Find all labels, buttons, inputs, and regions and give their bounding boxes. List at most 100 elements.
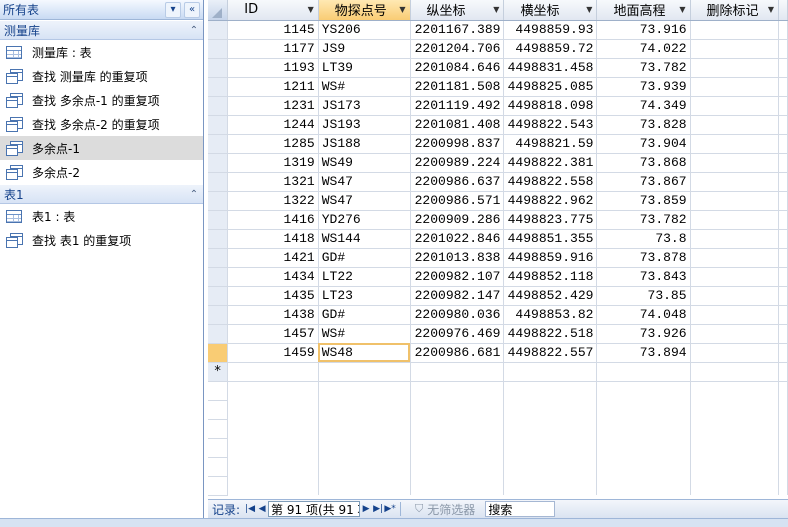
table-cell[interactable]: 73.859 bbox=[596, 191, 691, 211]
table-cell[interactable]: 1319 bbox=[227, 153, 319, 173]
table-cell[interactable]: 4498822.518 bbox=[503, 324, 598, 344]
table-cell[interactable] bbox=[690, 134, 780, 154]
table-row[interactable]: 1193 LT39 2201084.646 4498831.458 73.782 bbox=[208, 58, 788, 78]
table-cell[interactable]: 2200998.837 bbox=[410, 134, 505, 154]
nav-item[interactable]: 多余点-2 bbox=[0, 160, 203, 184]
table-cell[interactable] bbox=[690, 58, 780, 78]
table-cell[interactable]: 4498822.557 bbox=[503, 343, 598, 363]
table-cell[interactable]: 73.904 bbox=[596, 134, 691, 154]
table-cell[interactable]: 73.926 bbox=[596, 324, 691, 344]
table-cell[interactable]: 73.878 bbox=[596, 248, 691, 268]
record-selector[interactable] bbox=[208, 96, 229, 116]
table-cell[interactable]: 4498822.543 bbox=[503, 115, 598, 135]
table-cell[interactable]: 4498851.355 bbox=[503, 229, 598, 249]
column-header[interactable]: 物探点号 ▼ bbox=[318, 0, 411, 21]
table-cell[interactable]: 4498859.72 bbox=[503, 39, 598, 59]
table-cell[interactable]: 1244 bbox=[227, 115, 319, 135]
table-cell[interactable]: 1438 bbox=[227, 305, 319, 325]
table-cell[interactable] bbox=[690, 191, 780, 211]
table-cell[interactable]: 1322 bbox=[227, 191, 319, 211]
nav-menu-dropdown-icon[interactable]: ▾ bbox=[165, 1, 181, 18]
new-record-icon[interactable]: ▶* bbox=[384, 504, 396, 514]
nav-item[interactable]: 测量库 : 表 bbox=[0, 40, 203, 64]
table-cell[interactable]: 2200980.036 bbox=[410, 305, 505, 325]
table-cell[interactable]: 1418 bbox=[227, 229, 319, 249]
table-cell[interactable]: 2200986.571 bbox=[410, 191, 505, 211]
new-record-cell[interactable] bbox=[410, 362, 505, 382]
table-cell[interactable]: 1231 bbox=[227, 96, 319, 116]
table-cell[interactable] bbox=[690, 96, 780, 116]
filter-indicator[interactable]: ⛉ 无筛选器 bbox=[415, 501, 475, 518]
table-cell[interactable]: 1416 bbox=[227, 210, 319, 230]
table-cell[interactable]: WS# bbox=[318, 324, 411, 344]
column-header[interactable]: 地面高程 ▼ bbox=[596, 0, 691, 21]
table-row[interactable]: 1421 GD# 2201013.838 4498859.916 73.878 bbox=[208, 248, 788, 268]
record-selector[interactable] bbox=[208, 210, 229, 230]
record-selector[interactable] bbox=[208, 153, 229, 173]
table-cell[interactable]: WS48 bbox=[318, 343, 411, 363]
table-row[interactable]: 1319 WS49 2200989.224 4498822.381 73.868 bbox=[208, 153, 788, 173]
table-cell[interactable]: 4498859.916 bbox=[503, 248, 598, 268]
table-cell[interactable]: 73.843 bbox=[596, 267, 691, 287]
table-cell[interactable]: 74.349 bbox=[596, 96, 691, 116]
record-selector[interactable] bbox=[208, 39, 229, 59]
table-cell[interactable]: 4498822.558 bbox=[503, 172, 598, 192]
column-header[interactable]: 删除标记 ▼ bbox=[690, 0, 780, 21]
prev-record-icon[interactable]: ◀ bbox=[256, 504, 268, 514]
record-selector[interactable] bbox=[208, 267, 229, 287]
table-cell[interactable]: YD276 bbox=[318, 210, 411, 230]
shutter-bar-close-icon[interactable]: « bbox=[184, 1, 200, 18]
table-cell[interactable] bbox=[690, 286, 780, 306]
table-cell[interactable] bbox=[690, 20, 780, 40]
nav-item[interactable]: 查找 多余点-1 的重复项 bbox=[0, 88, 203, 112]
table-cell[interactable] bbox=[690, 324, 780, 344]
record-selector[interactable] bbox=[208, 115, 229, 135]
table-cell[interactable]: WS144 bbox=[318, 229, 411, 249]
table-cell[interactable]: LT39 bbox=[318, 58, 411, 78]
record-selector[interactable] bbox=[208, 58, 229, 78]
new-record-cell[interactable] bbox=[690, 362, 780, 382]
table-cell[interactable]: 2200989.224 bbox=[410, 153, 505, 173]
table-row[interactable]: 1457 WS# 2200976.469 4498822.518 73.926 bbox=[208, 324, 788, 344]
new-record-cell[interactable] bbox=[503, 362, 598, 382]
select-all-corner[interactable] bbox=[208, 0, 229, 21]
table-cell[interactable]: 74.048 bbox=[596, 305, 691, 325]
table-cell[interactable]: 1421 bbox=[227, 248, 319, 268]
table-cell[interactable]: 73.782 bbox=[596, 210, 691, 230]
record-selector[interactable] bbox=[208, 324, 229, 344]
record-selector[interactable] bbox=[208, 20, 229, 40]
record-selector[interactable] bbox=[208, 134, 229, 154]
table-cell[interactable]: JS193 bbox=[318, 115, 411, 135]
table-cell[interactable]: GD# bbox=[318, 305, 411, 325]
table-cell[interactable]: 4498825.085 bbox=[503, 77, 598, 97]
column-dropdown-icon[interactable]: ▼ bbox=[679, 5, 685, 14]
table-cell[interactable]: WS47 bbox=[318, 191, 411, 211]
table-cell[interactable]: 4498859.93 bbox=[503, 20, 598, 40]
table-row[interactable]: 1285 JS188 2200998.837 4498821.59 73.904 bbox=[208, 134, 788, 154]
new-record-marker[interactable]: * bbox=[208, 362, 229, 382]
table-cell[interactable]: 73.782 bbox=[596, 58, 691, 78]
new-record-cell[interactable] bbox=[227, 362, 319, 382]
table-row[interactable]: 1322 WS47 2200986.571 4498822.962 73.859 bbox=[208, 191, 788, 211]
table-cell[interactable]: 4498831.458 bbox=[503, 58, 598, 78]
table-cell[interactable] bbox=[690, 172, 780, 192]
record-selector[interactable] bbox=[208, 248, 229, 268]
column-dropdown-icon[interactable]: ▼ bbox=[493, 5, 499, 14]
table-cell[interactable]: 73.939 bbox=[596, 77, 691, 97]
record-selector[interactable] bbox=[208, 191, 229, 211]
new-record-cell[interactable] bbox=[778, 362, 788, 382]
table-cell[interactable]: 73.85 bbox=[596, 286, 691, 306]
table-cell[interactable]: 2201084.646 bbox=[410, 58, 505, 78]
table-cell[interactable]: WS47 bbox=[318, 172, 411, 192]
table-row[interactable]: 1418 WS144 2201022.846 4498851.355 73.8 bbox=[208, 229, 788, 249]
table-cell[interactable]: 1434 bbox=[227, 267, 319, 287]
table-cell[interactable]: 1193 bbox=[227, 58, 319, 78]
table-cell[interactable]: 1435 bbox=[227, 286, 319, 306]
nav-item[interactable]: 查找 多余点-2 的重复项 bbox=[0, 112, 203, 136]
new-record-row[interactable]: * bbox=[208, 362, 788, 382]
table-cell[interactable]: 73.828 bbox=[596, 115, 691, 135]
table-cell[interactable]: 1145 bbox=[227, 20, 319, 40]
next-record-icon[interactable]: ▶ bbox=[360, 504, 372, 514]
table-cell[interactable]: 2200982.107 bbox=[410, 267, 505, 287]
table-row[interactable]: 1211 WS# 2201181.508 4498825.085 73.939 bbox=[208, 77, 788, 97]
